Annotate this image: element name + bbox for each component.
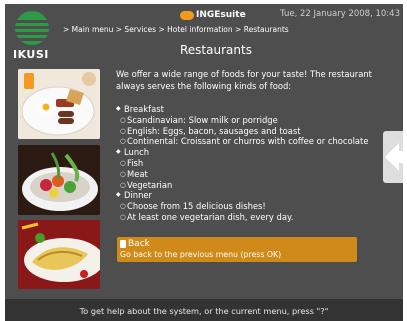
date-time: Tue, 22 January 2008, 10:43 [280,9,400,19]
list-item: At least one vegetarian dish, every day. [116,212,396,223]
food-list: Breakfast Scandinavian: Slow milk or por… [116,104,396,223]
list-item-breakfast: Breakfast [116,104,396,115]
list-item: English: Eggs, bacon, sausages and toast [116,126,396,137]
brand-name: INGEsuite [196,10,246,20]
back-button[interactable]: Back Go back to the previous menu (press… [117,237,357,262]
page-title: Restaurants [180,43,252,57]
next-page-button[interactable] [383,131,403,183]
list-item: Vegetarian [116,180,396,191]
help-footer: To get help about the system, or the cur… [5,299,403,321]
next-arrow-icon [385,143,403,171]
dinner-photo [18,220,100,289]
intro-text: We offer a wide range of foods for your … [116,69,372,91]
list-item: Meat [116,169,396,180]
back-button-description: Go back to the previous menu (press OK) [120,250,282,259]
list-item: Choose from 15 delicious dishes! [116,201,396,212]
list-item-dinner: Dinner [116,190,396,201]
logo-text: IKUSI [13,48,49,61]
tv-screen: IKUSI INGEsuite Tue, 22 January 2008, 10… [5,4,403,321]
back-arrow-icon [120,240,126,248]
breadcrumb: > Main menu > Services > Hotel informati… [63,25,289,34]
list-item: Fish [116,158,396,169]
lunch-photo [18,145,100,215]
ikusi-logo-icon [15,11,49,45]
list-item: Scandinavian: Slow milk or porridge [116,115,396,126]
list-item-lunch: Lunch [116,147,396,158]
breakfast-photo [18,69,100,139]
back-button-label: Back [128,239,150,249]
brand-logo: INGEsuite [180,10,246,20]
ingesuite-logo-icon [180,10,194,20]
list-item: Continental: Croissant or churros with c… [116,136,396,147]
